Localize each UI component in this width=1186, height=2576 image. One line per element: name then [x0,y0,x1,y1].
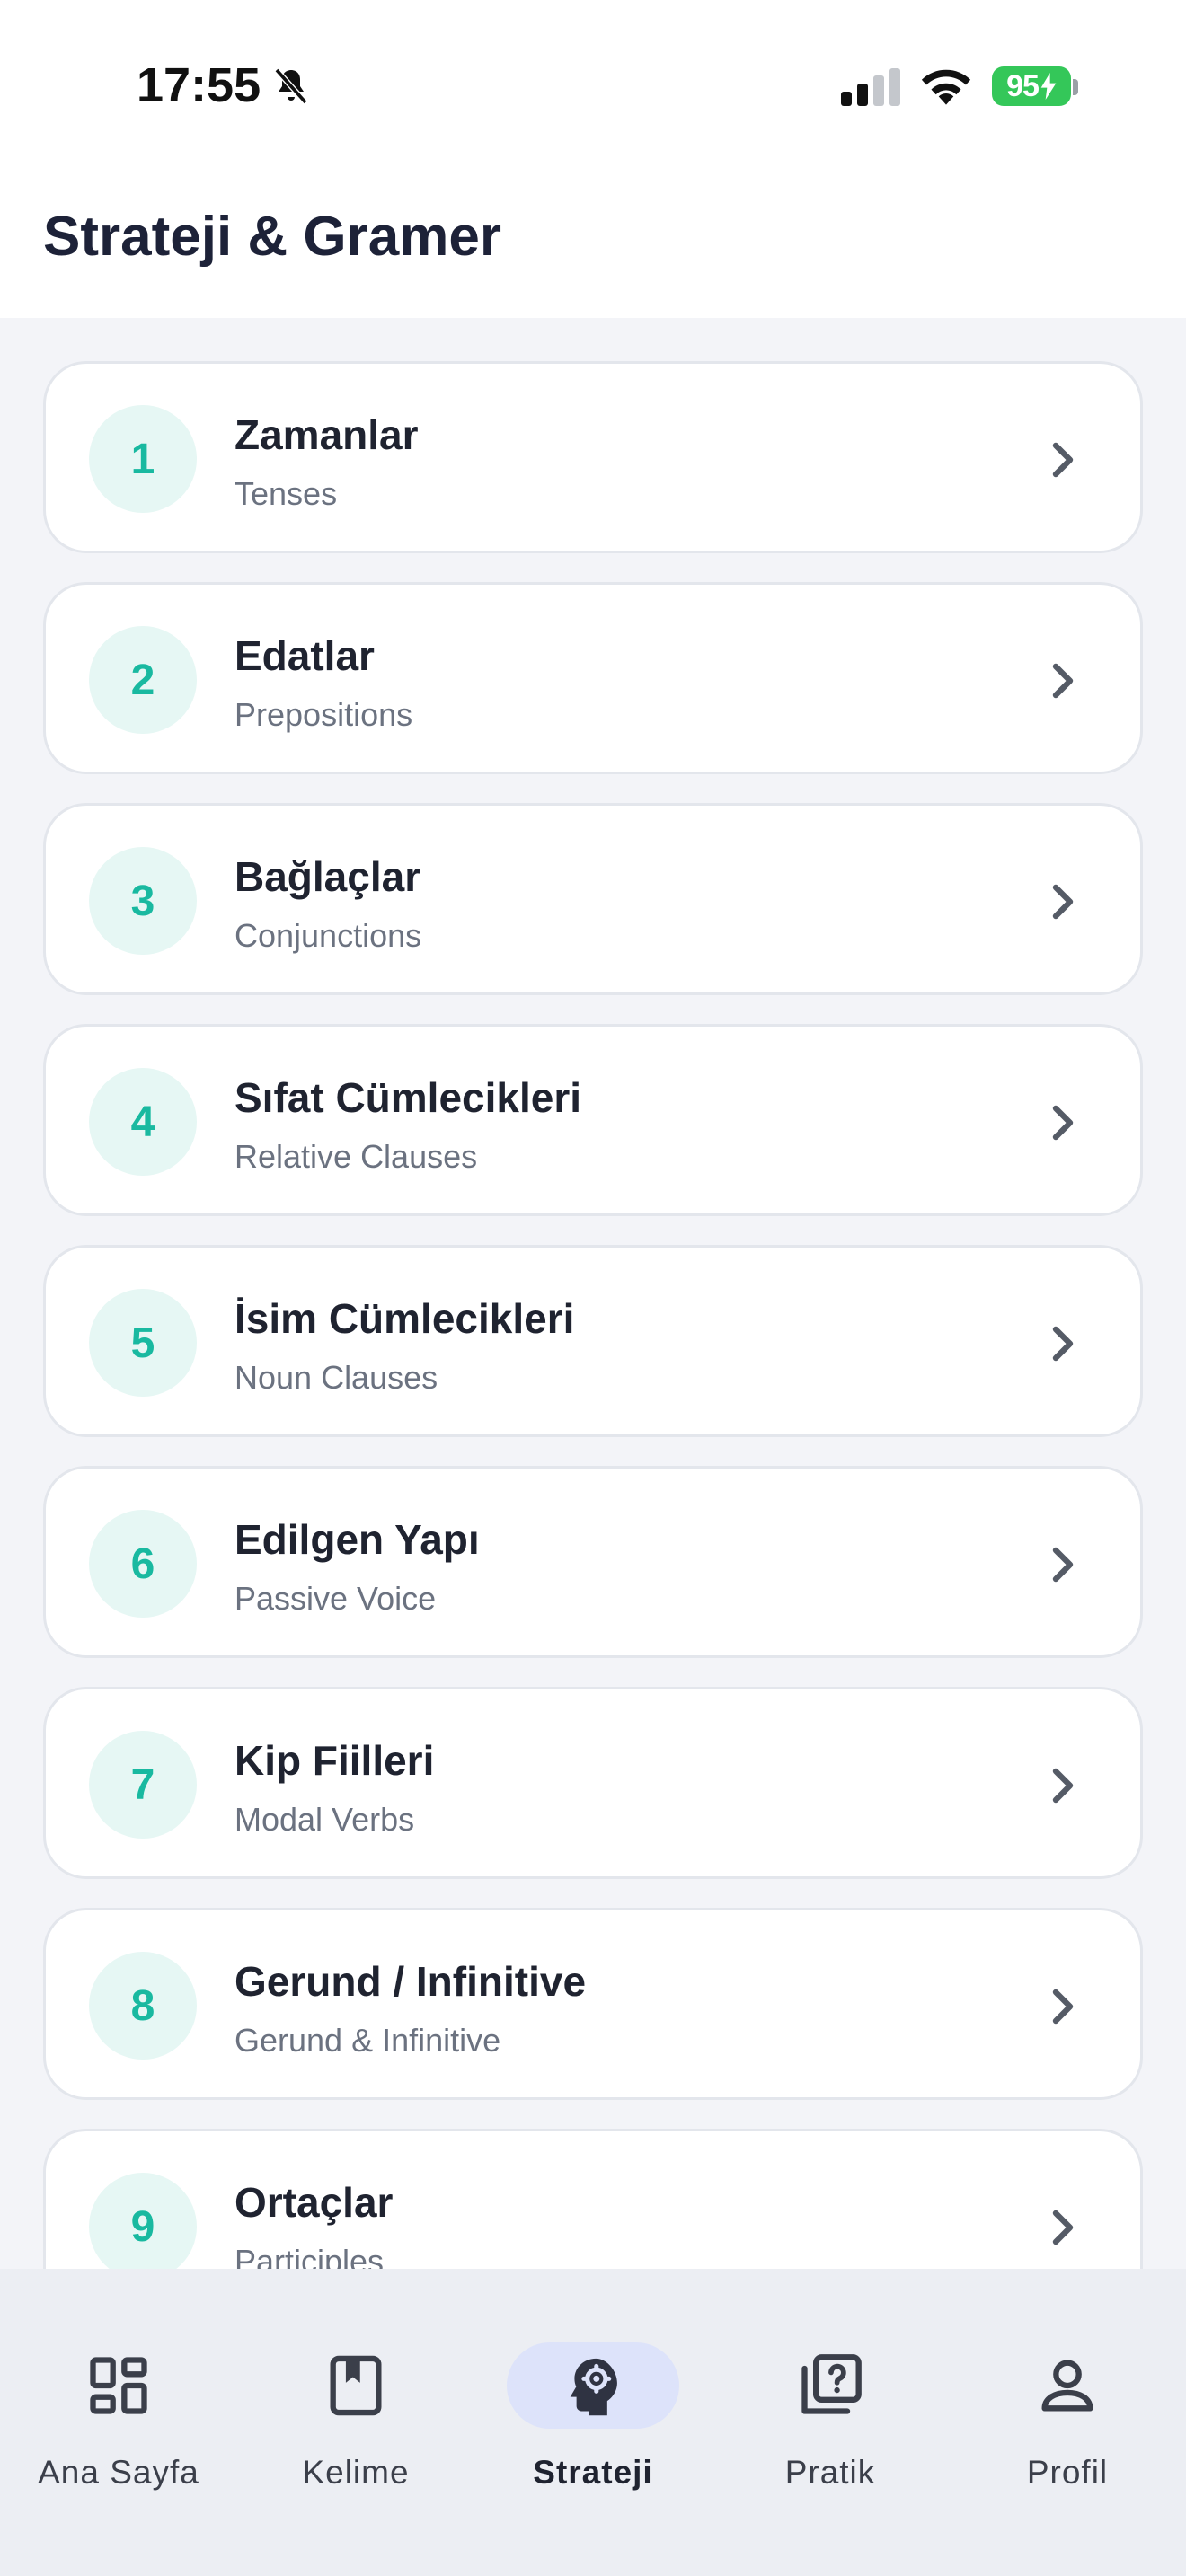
topic-subtitle: Prepositions [235,696,413,733]
topic-title: Ortaçlar [235,2179,394,2226]
page-title: Strateji & Gramer [43,206,501,268]
chevron-right-icon [1052,884,1074,920]
chevron-right-icon [1052,663,1074,699]
topic-title: Edatlar [235,632,375,679]
topic-number: 9 [89,2173,197,2280]
topic-number: 8 [89,1952,197,2060]
screen: 17:55 95 Strateji & Gramer 1 Zamanlar Te… [0,0,1186,2576]
topic-card-1[interactable]: 1 Zamanlar Tenses [43,361,1143,553]
dashboard-icon [90,2357,147,2414]
battery-indicator: 95 [992,66,1071,106]
chevron-right-icon [1052,442,1074,478]
topic-card-6[interactable]: 6 Edilgen Yapı Passive Voice [43,1466,1143,1658]
topic-title: Bağlaçlar [235,853,421,900]
topic-subtitle: Noun Clauses [235,1359,438,1396]
cellular-signal-icon [841,68,900,106]
topic-subtitle: Relative Clauses [235,1138,478,1175]
topic-card-3[interactable]: 3 Bağlaçlar Conjunctions [43,803,1143,995]
nav-item-ana-sayfa[interactable]: Ana Sayfa [11,2305,226,2491]
nav-item-kelime[interactable]: Kelime [248,2305,464,2491]
topic-number: 2 [89,626,197,734]
nav-item-strateji[interactable]: Strateji [485,2305,701,2491]
chevron-right-icon [1052,1989,1074,2025]
topic-subtitle: Modal Verbs [235,1801,415,1838]
topic-subtitle: Passive Voice [235,1580,437,1617]
bottom-nav: Ana Sayfa Kelime Strateji Pratik Profil [0,2269,1186,2576]
nav-label: Strateji [533,2454,653,2491]
topic-card-8[interactable]: 8 Gerund / Infinitive Gerund & Infinitiv… [43,1908,1143,2100]
topic-title: Gerund / Infinitive [235,1958,587,2005]
topic-number: 1 [89,405,197,513]
topic-card-7[interactable]: 7 Kip Fiilleri Modal Verbs [43,1687,1143,1879]
topic-number: 7 [89,1731,197,1839]
nav-item-profil[interactable]: Profil [960,2305,1175,2491]
topic-card-5[interactable]: 5 İsim Cümlecikleri Noun Clauses [43,1245,1143,1437]
person-icon [1041,2360,1093,2412]
chevron-right-icon [1052,1326,1074,1362]
topic-number: 3 [89,847,197,955]
nav-label: Profil [1026,2454,1109,2491]
topic-title: Zamanlar [235,411,419,458]
battery-cap [1073,79,1078,95]
wifi-icon [921,69,971,105]
topic-subtitle: Tenses [235,475,338,512]
nav-label: Pratik [784,2454,876,2491]
topic-card-2[interactable]: 2 Edatlar Prepositions [43,582,1143,774]
nav-item-pratik[interactable]: Pratik [722,2305,938,2491]
chevron-right-icon [1052,1105,1074,1141]
status-time: 17:55 [137,58,261,112]
topic-number: 4 [89,1068,197,1176]
battery-level: 95 [1006,68,1040,103]
topic-subtitle: Gerund & Infinitive [235,2022,501,2059]
bell-muted-icon [274,67,308,105]
topic-title: Kip Fiilleri [235,1737,435,1784]
chevron-right-icon [1052,1547,1074,1583]
quiz-icon [801,2354,862,2414]
nav-label: Kelime [302,2454,410,2491]
topic-number: 5 [89,1289,197,1397]
topic-title: Sıfat Cümlecikleri [235,1074,582,1121]
head-gear-icon [570,2358,617,2416]
status-bar: 17:55 95 [0,0,1186,171]
charging-bolt-icon [1040,73,1057,100]
topic-subtitle: Conjunctions [235,917,422,954]
topic-title: İsim Cümlecikleri [235,1295,575,1342]
chevron-right-icon [1052,1768,1074,1804]
topic-number: 6 [89,1510,197,1618]
nav-label: Ana Sayfa [38,2454,199,2491]
topic-card-4[interactable]: 4 Sıfat Cümlecikleri Relative Clauses [43,1024,1143,1216]
chevron-right-icon [1052,2210,1074,2245]
bookmark-book-icon [330,2355,382,2416]
topic-title: Edilgen Yapı [235,1516,480,1563]
